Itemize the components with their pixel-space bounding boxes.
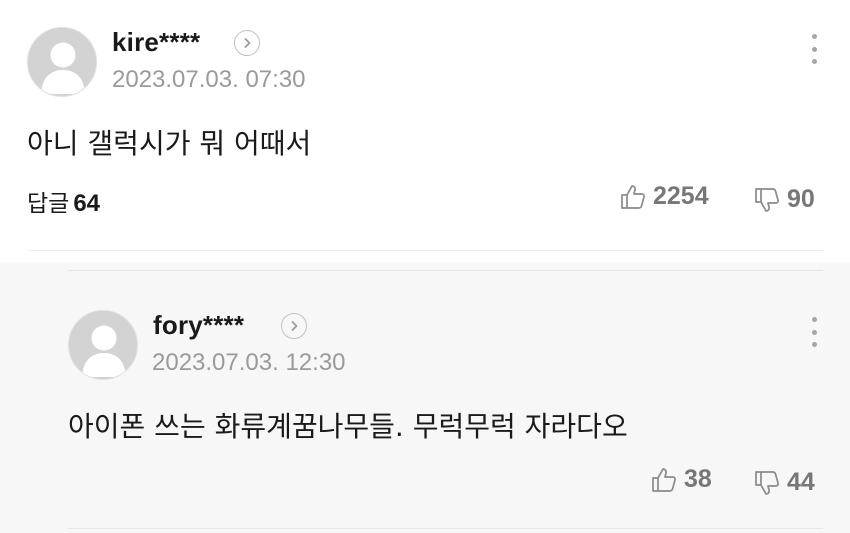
reply-like-button[interactable]: 38 bbox=[650, 465, 712, 494]
reply-divider bbox=[68, 270, 823, 271]
replies-count: 64 bbox=[73, 190, 101, 217]
comment-card: kire**** 2023.07.03. 07:30 아니 갤럭시가 뭐 어때서… bbox=[0, 0, 850, 262]
divider bbox=[28, 250, 823, 251]
thumbs-down-icon bbox=[755, 470, 779, 495]
thumbs-up-icon bbox=[652, 467, 676, 492]
like-button[interactable]: 2254 bbox=[619, 182, 709, 211]
default-avatar-icon bbox=[28, 28, 96, 96]
reply-dislike-count: 44 bbox=[787, 468, 815, 496]
replies-label: 답글 bbox=[27, 191, 70, 217]
reply-section: fory**** 2023.07.03. 12:30 아이폰 쓰는 화류계꿈나무… bbox=[0, 262, 850, 533]
default-avatar-icon bbox=[69, 311, 137, 379]
like-count: 2254 bbox=[653, 182, 709, 210]
reply-more-options-button[interactable] bbox=[804, 314, 824, 350]
profile-link-button[interactable] bbox=[234, 30, 260, 56]
more-vertical-icon bbox=[811, 317, 817, 322]
reply-username[interactable]: fory**** bbox=[153, 310, 244, 341]
avatar[interactable] bbox=[27, 27, 97, 97]
dislike-count: 90 bbox=[787, 185, 815, 213]
comment-username[interactable]: kire**** bbox=[112, 27, 200, 58]
comment-text: 아니 갤럭시가 뭐 어때서 bbox=[27, 127, 312, 160]
reply-profile-link-button[interactable] bbox=[281, 313, 307, 339]
chevron-right-icon bbox=[244, 38, 251, 48]
dislike-button[interactable]: 90 bbox=[753, 185, 815, 214]
replies-button[interactable]: 답글 64 bbox=[27, 184, 100, 218]
thumbs-up-icon bbox=[621, 184, 645, 209]
reply-avatar[interactable] bbox=[68, 310, 138, 380]
more-vertical-icon bbox=[811, 34, 817, 39]
chevron-right-icon bbox=[291, 321, 298, 331]
reply-like-count: 38 bbox=[684, 465, 712, 493]
comment-timestamp: 2023.07.03. 07:30 bbox=[112, 66, 306, 93]
reply-dislike-button[interactable]: 44 bbox=[753, 468, 815, 497]
thumbs-down-icon bbox=[755, 187, 779, 212]
reply-timestamp: 2023.07.03. 12:30 bbox=[152, 349, 346, 376]
more-options-button[interactable] bbox=[804, 31, 824, 67]
reply-text: 아이폰 쓰는 화류계꿈나무들. 무럭무럭 자라다오 bbox=[68, 410, 628, 443]
reply-bottom-divider bbox=[68, 528, 823, 529]
